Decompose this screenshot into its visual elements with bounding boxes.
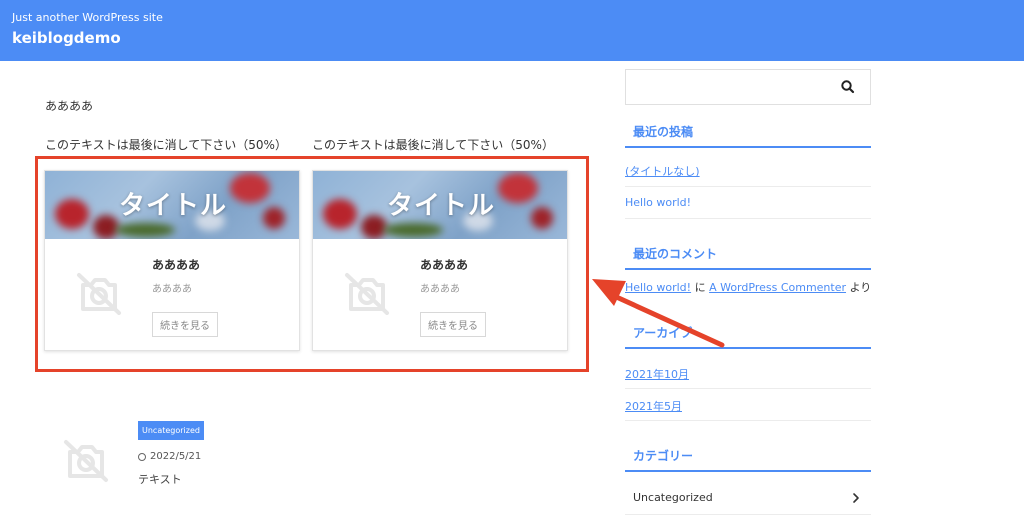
search-input[interactable] [627,71,827,103]
category-item-label: Uncategorized [633,491,713,504]
divider [625,420,871,421]
site-title-link[interactable]: keiblogdemo [12,29,121,47]
archive-link[interactable]: 2021年5月 [625,398,682,414]
widget-title-recent-posts: 最近の投稿 [625,123,871,148]
widget-title-archives: アーカイブ [625,324,871,349]
site-tagline: Just another WordPress site [12,11,163,24]
column-note-1: このテキストは最後に消して下さい（50%） [45,138,287,152]
post-date: 2022/5/21 [138,451,201,462]
widget-title-categories: カテゴリー [625,447,871,472]
chevron-right-icon [853,493,859,503]
comment-connector: に [694,281,706,294]
search-icon[interactable] [832,73,864,101]
divider [625,186,871,187]
widget-title-recent-comments: 最近のコメント [625,245,871,270]
divider [625,218,871,219]
intro-text: ああああ [45,99,94,113]
column-note-2: このテキストは最後に消して下さい（50%） [312,138,554,152]
site-header: Just another WordPress site keiblogdemo [0,0,1024,61]
recent-comment: Hello world! に A WordPress Commenter より [625,279,871,295]
search-form [625,69,871,105]
category-item-uncategorized[interactable]: Uncategorized [625,481,871,515]
post-date-text: 2022/5/21 [150,451,202,462]
post-text: テキスト [138,473,182,486]
recent-post-link[interactable]: (タイトルなし) [625,163,700,179]
comment-author-link[interactable]: A WordPress Commenter [709,281,846,294]
archive-link[interactable]: 2021年10月 [625,366,689,382]
divider [625,388,871,389]
category-badge[interactable]: Uncategorized [138,421,204,440]
recent-post-link[interactable]: Hello world! [625,196,691,209]
no-image-icon [64,440,108,482]
comment-suffix: より [849,281,872,294]
clock-icon [138,452,146,461]
highlight-annotation-box [35,156,589,372]
comment-post-link[interactable]: Hello world! [625,281,691,294]
